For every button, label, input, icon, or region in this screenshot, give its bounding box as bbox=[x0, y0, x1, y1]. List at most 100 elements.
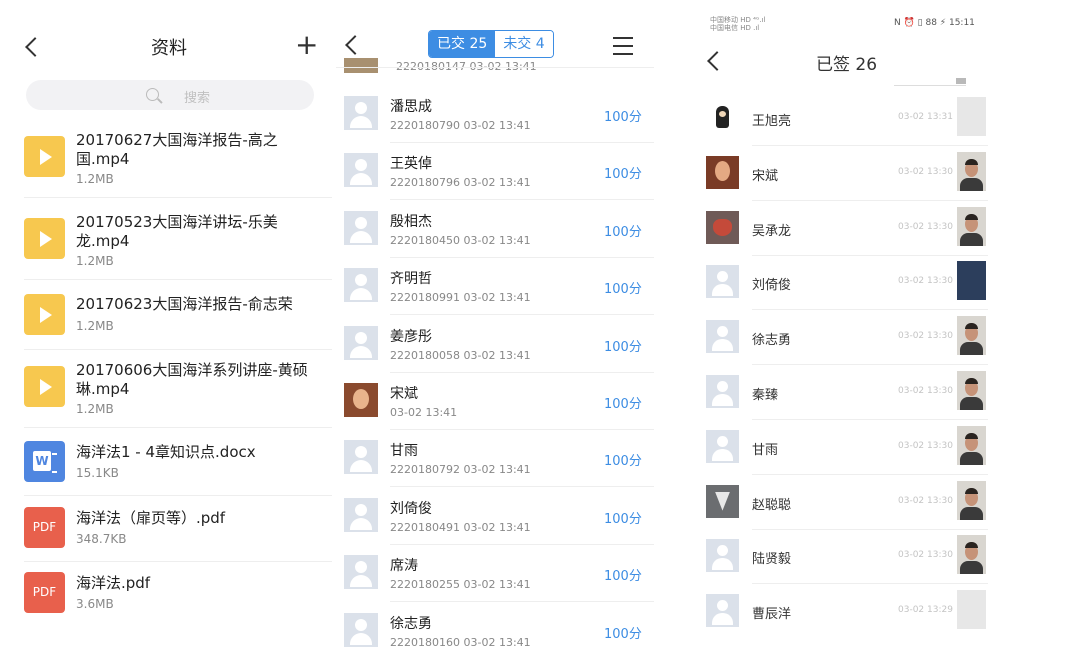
signin-photo[interactable] bbox=[957, 316, 986, 356]
student-name: 徐志勇 bbox=[390, 615, 432, 632]
score[interactable]: 100分 bbox=[604, 393, 642, 412]
avatar bbox=[706, 210, 739, 244]
menu-icon[interactable] bbox=[613, 37, 633, 55]
avatar bbox=[706, 155, 739, 189]
avatar bbox=[344, 383, 378, 417]
signin-time: 03-02 13:30 bbox=[898, 386, 953, 396]
signin-row[interactable]: 王旭亮 03-02 13:31 bbox=[698, 91, 998, 146]
page-title: 已签 26 bbox=[816, 55, 878, 75]
signin-row[interactable]: 赵聪聪 03-02 13:30 bbox=[698, 475, 998, 530]
signin-photo[interactable] bbox=[957, 261, 986, 301]
avatar bbox=[706, 320, 739, 354]
score[interactable]: 100分 bbox=[604, 450, 642, 469]
avatar bbox=[344, 497, 378, 532]
student-name: 姜彦彤 bbox=[390, 328, 432, 345]
signin-row[interactable]: 刘倚俊 03-02 13:30 bbox=[698, 255, 998, 311]
search-input[interactable]: 搜索 bbox=[26, 80, 314, 110]
student-name: 赵聪聪 bbox=[752, 497, 792, 513]
student-meta: 2220180058 03-02 13:41 bbox=[390, 348, 531, 362]
student-row[interactable]: 齐明哲 2220180991 03-02 13:41 100分 bbox=[336, 258, 654, 316]
student-row[interactable]: 宋斌 03-02 13:41 100分 bbox=[336, 373, 654, 430]
signin-photo[interactable] bbox=[957, 371, 986, 410]
file-item[interactable]: W 海洋法1 - 4章知识点.docx 15.1KB bbox=[24, 440, 332, 496]
avatar bbox=[344, 325, 378, 360]
signin-row[interactable]: 宋斌 03-02 13:30 bbox=[698, 146, 998, 201]
signin-time: 03-02 13:30 bbox=[898, 331, 953, 342]
score[interactable]: 100分 bbox=[604, 106, 642, 125]
score[interactable]: 100分 bbox=[604, 623, 642, 642]
avatar bbox=[344, 153, 378, 188]
file-size: 15.1KB bbox=[76, 466, 119, 480]
file-item[interactable]: PDF 海洋法.pdf 3.6MB bbox=[24, 571, 332, 627]
student-name: 曹辰洋 bbox=[752, 607, 792, 623]
file-item[interactable]: PDF 海洋法（扉页等）.pdf 348.7KB bbox=[24, 506, 332, 562]
signin-photo[interactable] bbox=[957, 480, 986, 520]
signin-row[interactable]: 陆贤毅 03-02 13:30 bbox=[698, 529, 998, 585]
avatar bbox=[344, 210, 378, 245]
signin-row[interactable]: 甘雨 03-02 13:30 bbox=[698, 420, 998, 475]
student-meta: 03-02 13:41 bbox=[390, 406, 458, 419]
file-item[interactable]: 20170623大国海洋报告-俞志荣 1.2MB bbox=[24, 292, 332, 350]
student-name: 刘倚俊 bbox=[390, 500, 432, 517]
student-meta: 2220180491 03-02 13:41 bbox=[390, 520, 531, 534]
signin-photo[interactable] bbox=[957, 206, 986, 246]
file-name: 20170623大国海洋报告-俞志荣 bbox=[76, 295, 293, 313]
signin-time: 03-02 13:30 bbox=[898, 276, 953, 287]
file-item[interactable]: 20170523大国海洋讲坛-乐美龙.mp4 1.2MB bbox=[24, 210, 332, 280]
student-row[interactable]: 姜彦彤 2220180058 03-02 13:41 100分 bbox=[336, 316, 654, 373]
file-name: 海洋法1 - 4章知识点.docx bbox=[76, 443, 256, 461]
signin-row[interactable]: 秦臻 03-02 13:30 bbox=[698, 365, 998, 420]
page-title: 资料 bbox=[151, 38, 187, 59]
student-name: 甘雨 bbox=[752, 442, 779, 458]
file-size: 1.2MB bbox=[76, 254, 114, 268]
avatar bbox=[706, 265, 739, 299]
avatar bbox=[706, 539, 739, 573]
search-placeholder: 搜索 bbox=[184, 91, 211, 106]
back-icon[interactable] bbox=[707, 51, 727, 71]
score[interactable]: 100分 bbox=[604, 565, 642, 584]
signin-photo[interactable] bbox=[957, 97, 986, 136]
avatar bbox=[344, 440, 378, 475]
tab-submitted[interactable]: 已交 25 bbox=[429, 31, 496, 57]
avatar bbox=[706, 594, 739, 628]
avatar bbox=[344, 555, 378, 590]
student-meta: 2220180991 03-02 13:41 bbox=[390, 291, 531, 305]
file-size: 1.2MB bbox=[76, 319, 114, 333]
student-name: 席涛 bbox=[390, 558, 418, 575]
back-icon[interactable] bbox=[345, 35, 365, 55]
add-icon[interactable]: + bbox=[295, 31, 318, 59]
student-row[interactable]: 潘思成 2220180790 03-02 13:41 100分 bbox=[336, 86, 654, 143]
materials-header: 资料 + bbox=[10, 26, 332, 66]
student-name: 王旭亮 bbox=[752, 114, 792, 129]
score[interactable]: 100分 bbox=[604, 336, 642, 355]
avatar bbox=[706, 429, 739, 463]
signin-row[interactable]: 吴承龙 03-02 13:30 bbox=[698, 201, 998, 256]
student-row[interactable]: 刘倚俊 2220180491 03-02 13:41 100分 bbox=[336, 488, 654, 545]
signin-photo[interactable] bbox=[957, 535, 986, 575]
back-icon[interactable] bbox=[25, 37, 45, 57]
student-name: 刘倚俊 bbox=[752, 278, 792, 294]
score[interactable]: 100分 bbox=[604, 508, 642, 527]
score[interactable]: 100分 bbox=[604, 278, 642, 297]
student-meta: 2220180792 03-02 13:41 bbox=[390, 463, 531, 477]
signin-row[interactable]: 曹辰洋 03-02 13:29 bbox=[698, 584, 998, 639]
file-name: 20170523大国海洋讲坛-乐美龙.mp4 bbox=[76, 213, 278, 250]
student-row[interactable]: 殷相杰 2220180450 03-02 13:41 100分 bbox=[336, 201, 654, 258]
score[interactable]: 100分 bbox=[604, 221, 642, 240]
student-row[interactable]: 席涛 2220180255 03-02 13:41 100分 bbox=[336, 545, 654, 603]
signin-time: 03-02 13:30 bbox=[898, 550, 953, 561]
signin-photo[interactable] bbox=[957, 151, 986, 191]
student-row[interactable]: 徐志勇 2220180160 03-02 13:41 100分 bbox=[336, 603, 654, 660]
student-row[interactable]: 王英倬 2220180796 03-02 13:41 100分 bbox=[336, 143, 654, 201]
signin-photo[interactable] bbox=[957, 425, 986, 465]
signin-row[interactable]: 徐志勇 03-02 13:30 bbox=[698, 310, 998, 366]
student-row[interactable]: 甘雨 2220180792 03-02 13:41 100分 bbox=[336, 430, 654, 488]
file-item[interactable]: 20170627大国海洋报告-高之国.mp4 1.2MB bbox=[24, 128, 332, 198]
signin-photo[interactable] bbox=[957, 590, 986, 630]
file-item[interactable]: 20170606大国海洋系列讲座-黄硕琳.mp4 1.2MB bbox=[24, 358, 332, 428]
score[interactable]: 100分 bbox=[604, 163, 642, 182]
avatar bbox=[706, 375, 739, 408]
tab-unsubmitted[interactable]: 未交 4 bbox=[495, 31, 553, 57]
submissions-panel: 已交 25 未交 4 2220180147 03-02 13:41 潘思成 222… bbox=[336, 0, 654, 667]
video-file-icon bbox=[24, 218, 65, 259]
